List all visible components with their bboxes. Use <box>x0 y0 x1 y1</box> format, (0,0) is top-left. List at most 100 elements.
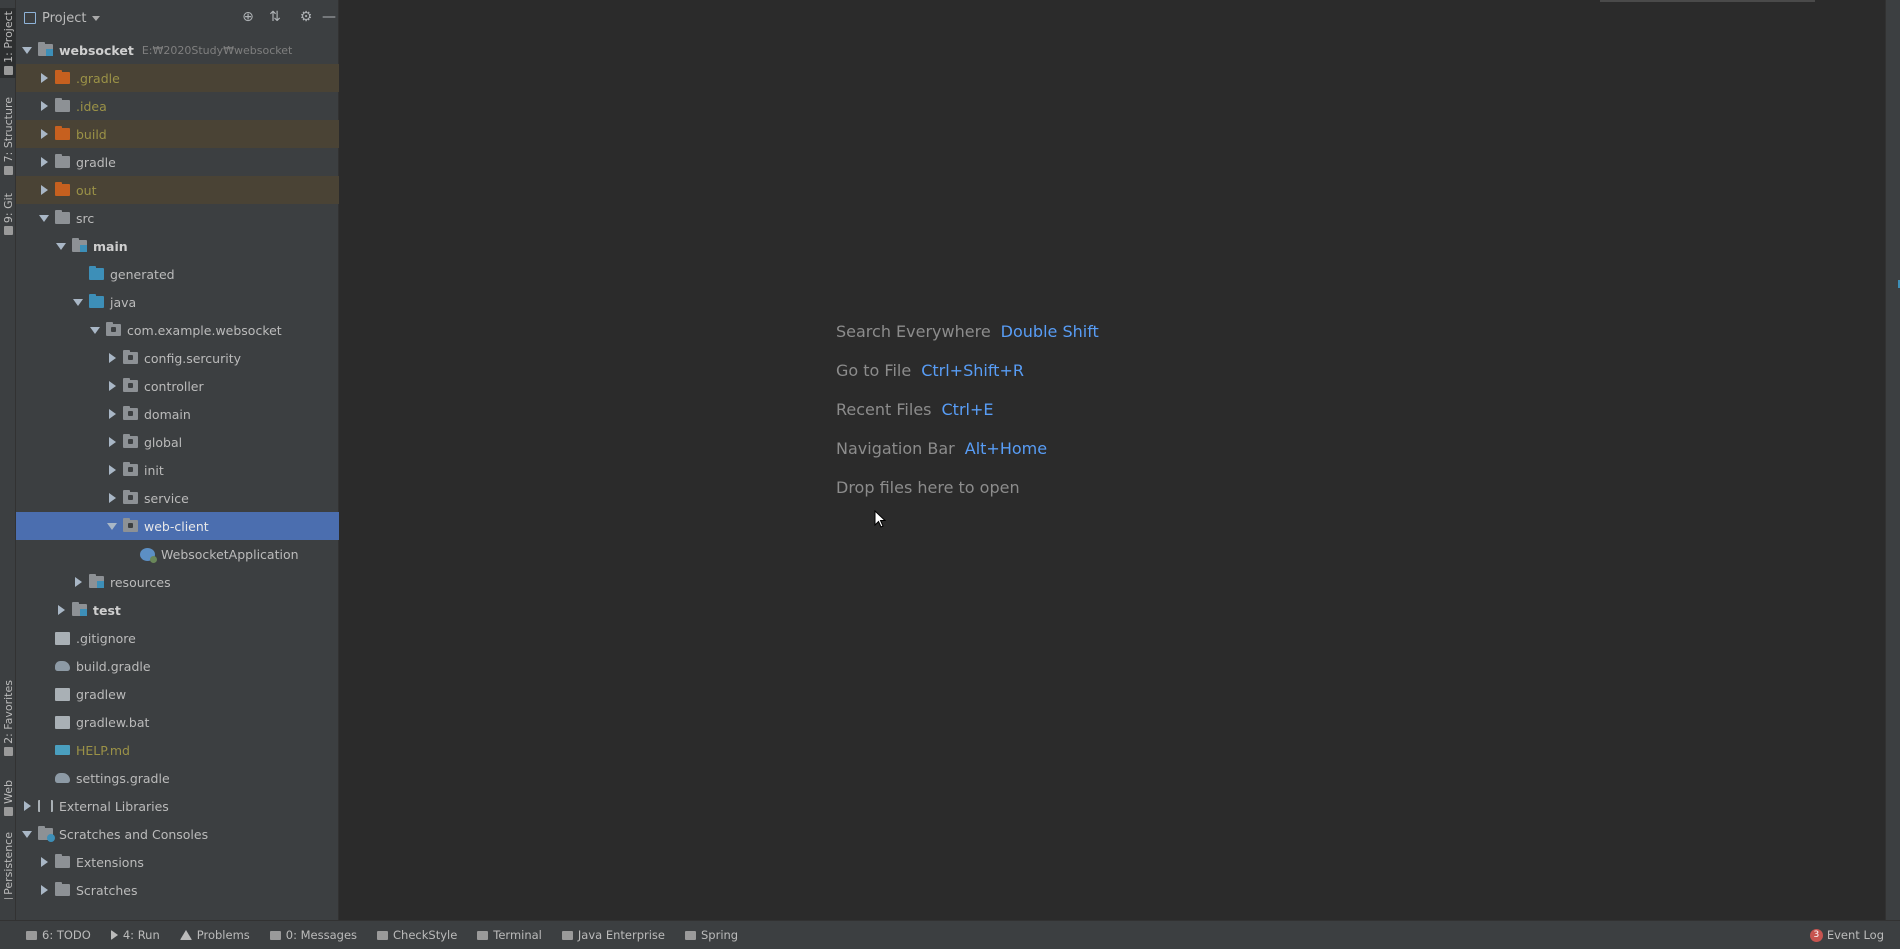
tree-node[interactable]: External Libraries <box>16 792 339 820</box>
tree-node-label: resources <box>110 574 171 590</box>
tree-node[interactable]: .gradle <box>16 64 339 92</box>
tree-node-label: settings.gradle <box>76 770 170 786</box>
collapse-arrow-icon[interactable] <box>105 519 119 533</box>
tree-node[interactable]: build.gradle <box>16 652 339 680</box>
tree-node[interactable]: gradlew.bat <box>16 708 339 736</box>
expand-arrow-icon[interactable] <box>37 155 51 169</box>
tree-node[interactable]: Extensions <box>16 848 339 876</box>
collapse-arrow-icon[interactable] <box>54 239 68 253</box>
hint-action: Recent Files <box>836 400 932 419</box>
tree-node[interactable]: com.example.websocket <box>16 316 339 344</box>
source-folder-icon <box>89 294 104 308</box>
tool-tab-web[interactable]: Web <box>0 772 16 824</box>
tool-tab-9-git[interactable]: 9: Git <box>0 190 16 238</box>
tool-tab-persistence[interactable]: Persistence <box>0 832 16 898</box>
expand-arrow-icon[interactable] <box>105 463 119 477</box>
tool-window-0-messages[interactable]: 0: Messages <box>269 928 357 942</box>
expand-arrow-icon[interactable] <box>105 491 119 505</box>
expand-arrow-icon[interactable] <box>37 71 51 85</box>
expand-arrow-icon[interactable] <box>105 379 119 393</box>
hint-action: Navigation Bar <box>836 439 955 458</box>
tree-node[interactable]: build <box>16 120 339 148</box>
tree-node[interactable]: HELP.md <box>16 736 339 764</box>
expand-arrow-icon[interactable] <box>37 855 51 869</box>
expand-arrow-icon[interactable] <box>54 603 68 617</box>
tree-node[interactable]: WebsocketApplication <box>16 540 339 568</box>
tree-node[interactable]: gradle <box>16 148 339 176</box>
expand-arrow-icon[interactable] <box>105 435 119 449</box>
tool-window-spring[interactable]: Spring <box>685 928 738 942</box>
tool-tab-label: Web <box>1 780 15 804</box>
tool-window-4-run[interactable]: 4: Run <box>110 928 160 942</box>
editor-area[interactable]: Search Everywhere Double Shift Go to File C… <box>340 0 1885 920</box>
hide-panel-icon[interactable]: — <box>321 9 337 25</box>
expand-arrow-icon[interactable] <box>37 883 51 897</box>
tool-window-label: Problems <box>196 928 250 942</box>
tree-node[interactable]: resources <box>16 568 339 596</box>
tool-window-problems[interactable]: Problems <box>179 928 250 942</box>
tree-node-label: java <box>110 294 137 310</box>
collapse-arrow-icon[interactable] <box>71 295 85 309</box>
locate-icon[interactable]: ⊕ <box>240 9 256 25</box>
tree-node[interactable]: generated <box>16 260 339 288</box>
tool-window-terminal[interactable]: Terminal <box>477 928 542 942</box>
tree-node[interactable]: Scratches <box>16 876 339 904</box>
tool-tab-1-project[interactable]: 1: Project <box>0 8 16 78</box>
expand-arrow-icon[interactable] <box>105 351 119 365</box>
tree-node[interactable]: gradlew <box>16 680 339 708</box>
expand-arrow-icon[interactable] <box>37 183 51 197</box>
tree-node[interactable]: domain <box>16 400 339 428</box>
tool-window-java-enterprise[interactable]: Java Enterprise <box>561 928 665 942</box>
tool-window-checkstyle[interactable]: CheckStyle <box>377 928 457 942</box>
hint-action: Search Everywhere <box>836 322 991 341</box>
tree-node[interactable]: java <box>16 288 339 316</box>
expand-arrow-icon[interactable] <box>20 799 34 813</box>
gear-icon[interactable]: ⚙ <box>298 9 314 25</box>
tree-node[interactable]: src <box>16 204 339 232</box>
tree-node[interactable]: init <box>16 456 339 484</box>
collapse-arrow-icon[interactable] <box>20 43 34 57</box>
project-view-selector[interactable]: Project <box>42 11 86 26</box>
tree-node[interactable]: web-client <box>16 512 339 540</box>
tree-node[interactable]: controller <box>16 372 339 400</box>
source-folder-icon <box>89 266 104 280</box>
tree-node-label: src <box>76 210 95 226</box>
tool-tab-7-structure[interactable]: 7: Structure <box>0 95 16 177</box>
tree-node-label: Scratches and Consoles <box>59 826 209 842</box>
tree-node[interactable]: config.sercurity <box>16 344 339 372</box>
tree-node[interactable]: settings.gradle <box>16 764 339 792</box>
tree-node[interactable]: websocket E:₩2020Study₩websocket <box>16 36 339 64</box>
excluded-folder-icon <box>55 70 70 84</box>
tree-node[interactable]: out <box>16 176 339 204</box>
checkstyle-icon <box>377 930 389 940</box>
collapse-all-icon[interactable]: ⇅ <box>267 9 283 25</box>
folder-icon <box>55 854 70 868</box>
collapse-arrow-icon[interactable] <box>37 211 51 225</box>
tree-node-label: External Libraries <box>59 798 169 814</box>
package-icon <box>123 518 138 532</box>
chevron-down-icon[interactable] <box>92 15 101 21</box>
tree-node[interactable]: test <box>16 596 339 624</box>
tree-node[interactable]: .idea <box>16 92 339 120</box>
editor-hint: Drop files here to open <box>836 468 1099 507</box>
expand-arrow-icon[interactable] <box>105 407 119 421</box>
tree-node[interactable]: main <box>16 232 339 260</box>
expand-arrow-icon[interactable] <box>37 127 51 141</box>
editor-hint: Go to File Ctrl+Shift+R <box>836 351 1099 390</box>
folder-icon <box>55 882 70 896</box>
expand-arrow-icon[interactable] <box>37 99 51 113</box>
tree-node[interactable]: Scratches and Consoles <box>16 820 339 848</box>
collapse-arrow-icon[interactable] <box>88 323 102 337</box>
package-icon <box>123 490 138 504</box>
tree-node[interactable]: service <box>16 484 339 512</box>
collapse-arrow-icon[interactable] <box>20 827 34 841</box>
tool-tab-2-favorites[interactable]: 2: Favorites <box>0 678 16 758</box>
tool-window-6-todo[interactable]: 6: TODO <box>26 928 91 942</box>
event-log-button[interactable]: 3 Event Log <box>1809 928 1884 942</box>
tree-node[interactable]: .gitignore <box>16 624 339 652</box>
package-icon <box>123 462 138 476</box>
expand-arrow-icon[interactable] <box>71 575 85 589</box>
tree-node[interactable]: global <box>16 428 339 456</box>
